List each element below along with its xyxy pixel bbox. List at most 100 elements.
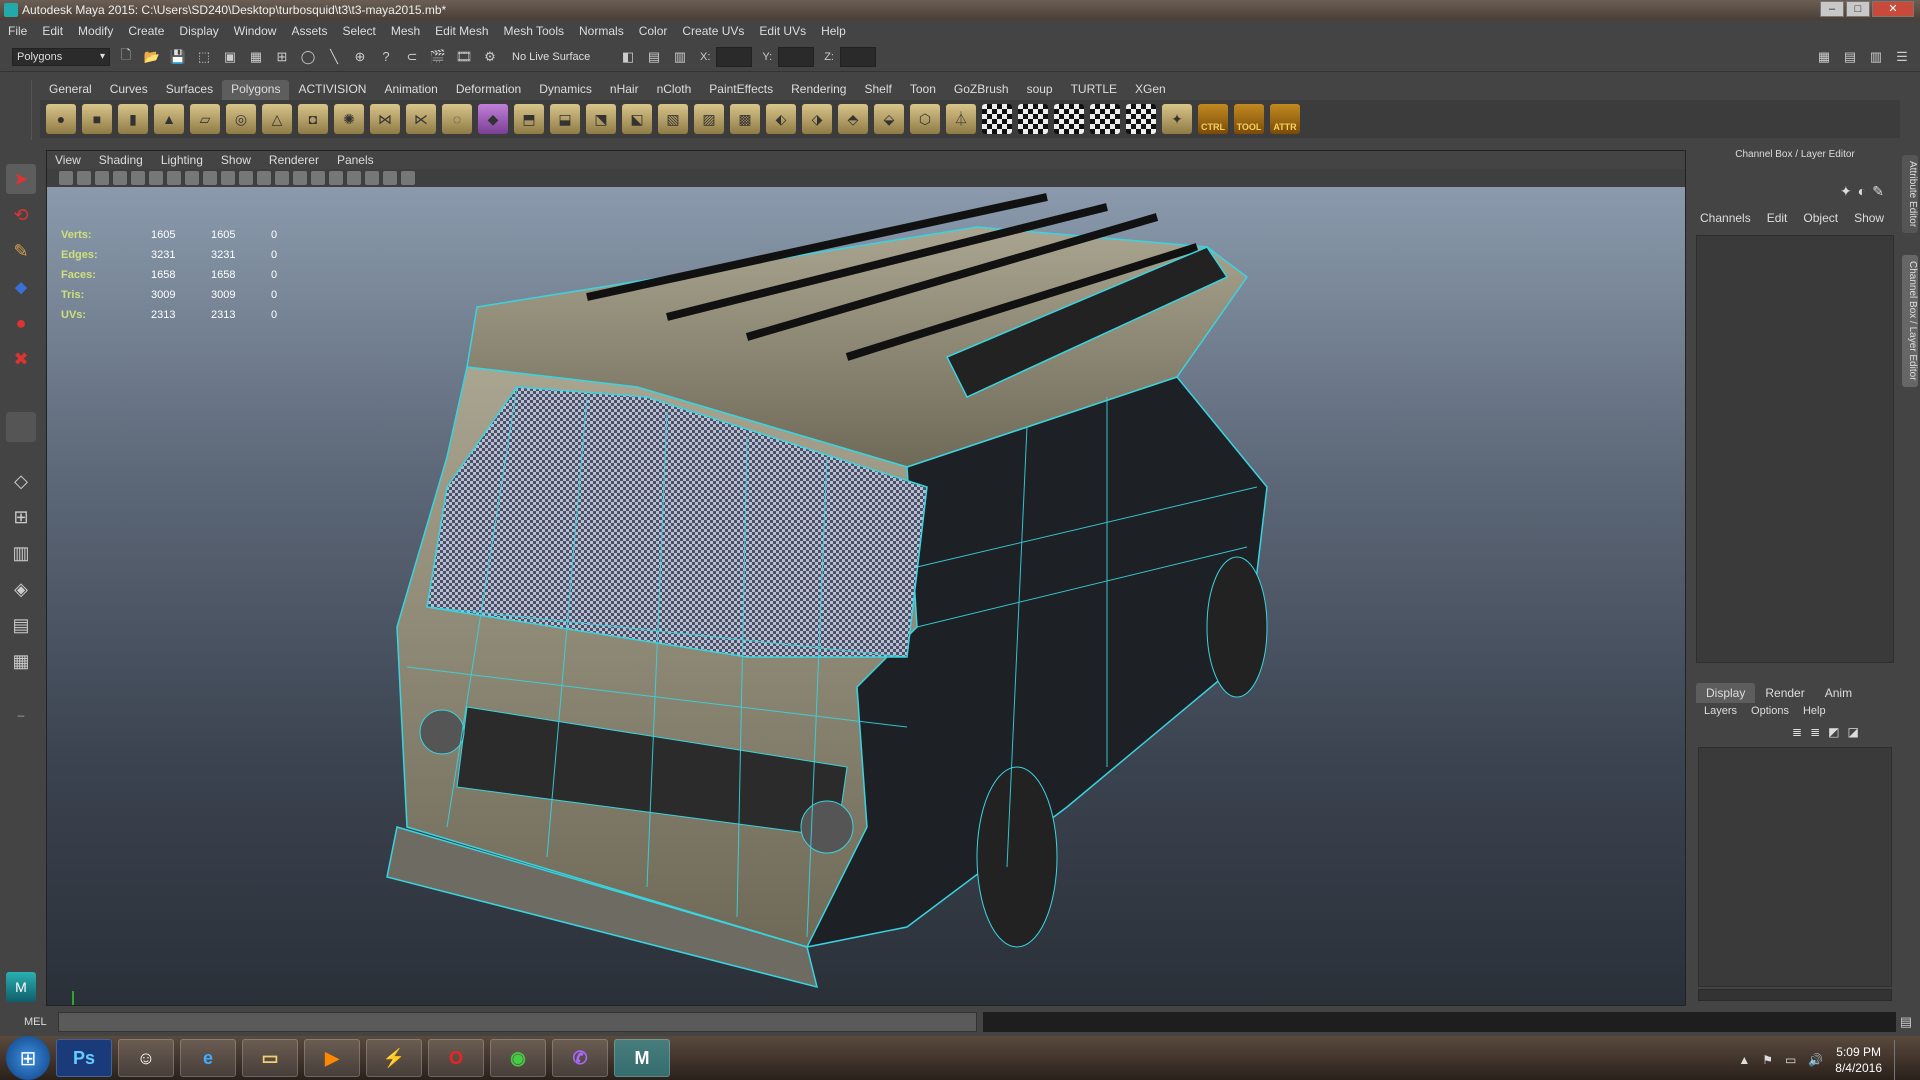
close-button[interactable]: ✕ — [1872, 1, 1914, 17]
shelf-tab-deformation[interactable]: Deformation — [447, 80, 530, 100]
gate-mask-icon[interactable] — [185, 171, 199, 185]
shelf-tab-surfaces[interactable]: Surfaces — [157, 80, 222, 100]
xray-icon[interactable] — [383, 171, 397, 185]
layer-tab-render[interactable]: Render — [1755, 683, 1814, 703]
layout-options-icon[interactable]: – — [6, 700, 36, 730]
viewport-menu-renderer[interactable]: Renderer — [269, 151, 319, 169]
resolution-gate-icon[interactable] — [167, 171, 181, 185]
hypershade-layout-icon[interactable]: ▤ — [6, 610, 36, 640]
safe-action-icon[interactable] — [221, 171, 235, 185]
shelf-tab-rendering[interactable]: Rendering — [782, 80, 855, 100]
film-gate-icon[interactable] — [149, 171, 163, 185]
channel-box-toggle-icon[interactable]: ▥ — [1866, 47, 1886, 67]
last-tool-icon[interactable] — [6, 412, 36, 442]
smooth-icon[interactable]: ◌ — [442, 104, 472, 134]
poly-cube-icon[interactable]: ■ — [82, 104, 112, 134]
wireframe-on-shaded-icon[interactable] — [293, 171, 307, 185]
insert-edge-loop-icon[interactable]: ▧ — [658, 104, 688, 134]
move-tool-icon[interactable]: ⬥ — [6, 272, 36, 302]
uv-editor-icon[interactable] — [1126, 104, 1156, 134]
uv-snapshot-icon[interactable] — [1090, 104, 1120, 134]
opera-task[interactable]: O — [428, 1039, 484, 1077]
rotate-tool-icon[interactable]: ● — [6, 308, 36, 338]
shelf-tab-xgen[interactable]: XGen — [1126, 80, 1175, 100]
menu-edit-uvs[interactable]: Edit UVs — [759, 24, 806, 38]
minimize-button[interactable]: – — [1820, 1, 1844, 17]
smooth-shade-icon[interactable] — [275, 171, 289, 185]
extrude-icon[interactable]: ⬒ — [514, 104, 544, 134]
uv-unfold-icon[interactable] — [1054, 104, 1084, 134]
script-layout-icon[interactable]: ▦ — [6, 646, 36, 676]
poke-icon[interactable]: ⬡ — [910, 104, 940, 134]
attribute-editor-toggle-icon[interactable]: ▤ — [1840, 47, 1860, 67]
custom-script-icon[interactable]: ✦ — [1162, 104, 1192, 134]
snap-curve-icon[interactable]: ◯ — [298, 47, 318, 67]
shelf-tab-dynamics[interactable]: Dynamics — [530, 80, 601, 100]
mirror-icon[interactable]: ⏃ — [946, 104, 976, 134]
snap-point-icon[interactable]: ╲ — [324, 47, 344, 67]
move-layer-up-icon[interactable]: ≣ — [1792, 725, 1802, 739]
new-empty-layer-icon[interactable]: ◩ — [1828, 725, 1839, 739]
perspective-viewport[interactable]: View Shading Lighting Show Renderer Panels — [46, 150, 1686, 1006]
x-coord-field[interactable] — [716, 46, 753, 67]
internet-explorer-task[interactable]: e — [180, 1039, 236, 1077]
viber-task[interactable]: ✆ — [552, 1039, 608, 1077]
menu-mesh[interactable]: Mesh — [391, 24, 420, 38]
layer-scrollbar[interactable] — [1698, 989, 1892, 1001]
shelf-tab-animation[interactable]: Animation — [375, 80, 446, 100]
media-player-task[interactable]: ▶ — [304, 1039, 360, 1077]
viewport-menu-panels[interactable]: Panels — [337, 151, 374, 169]
render-icon[interactable]: 🎬 — [428, 47, 448, 67]
select-hierarchy-icon[interactable]: ⬚ — [194, 47, 214, 67]
menu-edit-mesh[interactable]: Edit Mesh — [435, 24, 488, 38]
grid-toggle-icon[interactable] — [131, 171, 145, 185]
outliner-layout-icon[interactable]: ▥ — [6, 538, 36, 568]
input-ops-icon[interactable]: ▥ — [670, 47, 690, 67]
shelf-tab-painteffects[interactable]: PaintEffects — [700, 80, 782, 100]
shelf-tab-ncloth[interactable]: nCloth — [648, 80, 701, 100]
ctrl-script-icon[interactable]: CTRL — [1198, 104, 1228, 134]
poly-pipe-icon[interactable]: ◘ — [298, 104, 328, 134]
viewport-scene[interactable]: Verts: 1605 1605 0 Edges: 3231 3231 0 Faces: 1658… — [47, 187, 1685, 1005]
tool-settings-toggle-icon[interactable]: ☰ — [1892, 47, 1912, 67]
new-scene-icon[interactable]: 🗋 — [116, 47, 136, 67]
viewport-menu-lighting[interactable]: Lighting — [161, 151, 203, 169]
menu-assets[interactable]: Assets — [291, 24, 327, 38]
shadows-icon[interactable] — [347, 171, 361, 185]
layer-menu-help[interactable]: Help — [1803, 705, 1826, 717]
poly-torus-icon[interactable]: ◎ — [226, 104, 256, 134]
chrome-task[interactable]: ◉ — [490, 1039, 546, 1077]
shelf-handle[interactable] — [14, 80, 32, 140]
shelf-tab-general[interactable]: General — [40, 80, 101, 100]
app-task-2[interactable]: ☺ — [118, 1039, 174, 1077]
channel-box-menu-object[interactable]: Object — [1803, 211, 1838, 225]
command-input[interactable] — [57, 1012, 977, 1032]
panel-layout-icon[interactable]: ▦ — [1814, 47, 1834, 67]
save-scene-icon[interactable]: 💾 — [168, 47, 188, 67]
lasso-tool-icon[interactable]: ⟲ — [6, 200, 36, 230]
shelf-tab-curves[interactable]: Curves — [101, 80, 157, 100]
menu-normals[interactable]: Normals — [579, 24, 624, 38]
shelf-tab-activision[interactable]: ACTIVISION — [289, 80, 375, 100]
scale-tool-icon[interactable]: ✖ — [6, 344, 36, 374]
menu-display[interactable]: Display — [179, 24, 218, 38]
select-tool-icon[interactable]: ➤ — [6, 164, 36, 194]
wireframe-icon[interactable] — [257, 171, 271, 185]
combine-icon[interactable]: ⋈ — [370, 104, 400, 134]
channel-box-menu-edit[interactable]: Edit — [1767, 211, 1788, 225]
separate-icon[interactable]: ⋉ — [406, 104, 436, 134]
tool-script-icon[interactable]: TOOL — [1234, 104, 1264, 134]
isolate-select-icon[interactable] — [365, 171, 379, 185]
maya-task[interactable]: M — [614, 1039, 670, 1077]
layer-tab-display[interactable]: Display — [1696, 683, 1756, 703]
channel-box-key-icon[interactable]: ✦ — [1840, 183, 1852, 200]
menu-create-uvs[interactable]: Create UVs — [682, 24, 744, 38]
maximize-button[interactable]: □ — [1846, 1, 1870, 17]
safe-title-icon[interactable] — [239, 171, 253, 185]
shelf-tab-turtle[interactable]: TURTLE — [1062, 80, 1126, 100]
script-editor-icon[interactable]: ▤ — [1896, 1012, 1916, 1032]
poly-cone-icon[interactable]: ▲ — [154, 104, 184, 134]
menu-help[interactable]: Help — [821, 24, 846, 38]
channel-box-menu-channels[interactable]: Channels — [1700, 211, 1751, 225]
field-chart-icon[interactable] — [203, 171, 217, 185]
